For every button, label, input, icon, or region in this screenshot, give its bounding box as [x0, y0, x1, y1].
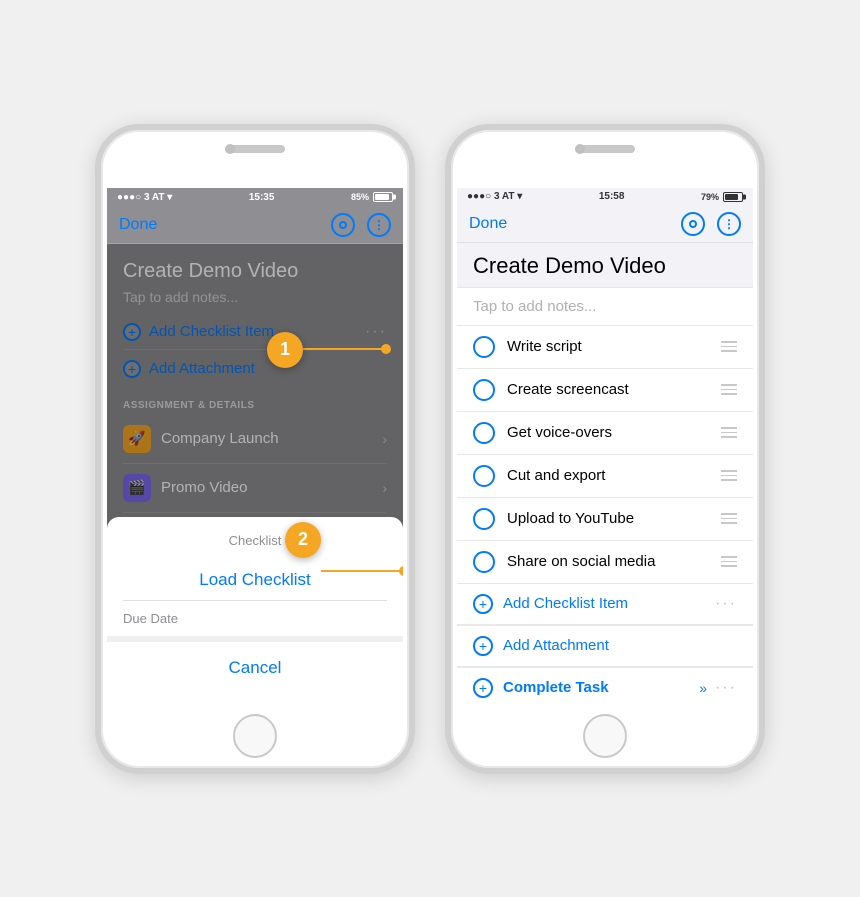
- status-time-2: 15:58: [599, 191, 625, 202]
- status-bar-1: ●●●○ 3 AT ▾ 15:35 85%: [107, 188, 403, 207]
- check-circle-2[interactable]: [473, 422, 495, 444]
- add-checklist-label-2: Add Checklist Item: [503, 595, 715, 612]
- status-battery-2: 79%: [701, 192, 743, 202]
- visibility-icon-2[interactable]: [681, 212, 705, 236]
- checklist-item-1[interactable]: Create screencast: [457, 369, 753, 412]
- reorder-icon-5: [721, 556, 737, 567]
- modal-sheet-1: Checklist Load Checklist Due Date Cancel: [107, 517, 403, 706]
- status-bar-2: ●●●○ 3 AT ▾ 15:58 79%: [457, 188, 753, 206]
- checklist-item-3[interactable]: Cut and export: [457, 455, 753, 498]
- visibility-icon-1[interactable]: [331, 213, 355, 237]
- screen-2: ●●●○ 3 AT ▾ 15:58 79% Done ⋮ Create D: [457, 188, 753, 706]
- status-carrier-2: ●●●○ 3 AT ▾: [467, 191, 522, 202]
- check-circle-4[interactable]: [473, 508, 495, 530]
- checklist-text-2: Get voice-overs: [507, 424, 713, 441]
- checklist-text-1: Create screencast: [507, 381, 713, 398]
- complete-task-label: Complete Task: [503, 679, 699, 696]
- check-circle-0[interactable]: [473, 336, 495, 358]
- reorder-icon-3: [721, 470, 737, 481]
- phone-1: ●●●○ 3 AT ▾ 15:35 85% Done ⋮: [95, 124, 415, 774]
- reorder-icon-2: [721, 427, 737, 438]
- nav-bar-2: Done ⋮: [457, 206, 753, 243]
- checklist-item-0[interactable]: Write script: [457, 326, 753, 369]
- reorder-icon-1: [721, 384, 737, 395]
- complete-task-row[interactable]: + Complete Task » ···: [457, 667, 753, 706]
- plus-complete-icon: +: [473, 678, 493, 698]
- check-circle-3[interactable]: [473, 465, 495, 487]
- add-attachment-row-2[interactable]: + Add Attachment: [457, 626, 753, 667]
- more-button-2[interactable]: ⋮: [717, 212, 741, 236]
- plus-attach-icon-2: +: [473, 636, 493, 656]
- phone-2: ●●●○ 3 AT ▾ 15:58 79% Done ⋮ Create D: [445, 124, 765, 774]
- checklist-item-2[interactable]: Get voice-overs: [457, 412, 753, 455]
- front-camera-2: [575, 144, 585, 154]
- reorder-icon-0: [721, 341, 737, 352]
- phone-top-2: [451, 130, 759, 190]
- front-camera-1: [225, 144, 235, 154]
- reorder-icon-4: [721, 513, 737, 524]
- checklist-text-4: Upload to YouTube: [507, 510, 713, 527]
- nav-icons-2: ⋮: [681, 212, 741, 236]
- annotation-2: 2: [285, 522, 321, 558]
- checklist-text-0: Write script: [507, 338, 713, 355]
- add-attachment-label-2: Add Attachment: [503, 637, 737, 654]
- task-title-2: Create Demo Video: [473, 253, 737, 279]
- checklist-item-5[interactable]: Share on social media: [457, 541, 753, 584]
- eye-pupil-1: [339, 221, 347, 229]
- done-button-2[interactable]: Done: [469, 215, 507, 233]
- status-battery-1: 85%: [351, 192, 393, 202]
- dots-icon-3: ···: [715, 679, 737, 697]
- checklist-text-5: Share on social media: [507, 553, 713, 570]
- home-button-1[interactable]: [233, 714, 277, 758]
- add-checklist-row-2[interactable]: + Add Checklist Item ···: [457, 584, 753, 625]
- modal-header-1: Checklist: [123, 533, 387, 548]
- load-checklist-button[interactable]: Load Checklist: [123, 560, 387, 601]
- checklist-item-4[interactable]: Upload to YouTube: [457, 498, 753, 541]
- nav-icons-1: ⋮: [331, 213, 391, 237]
- cancel-button-1[interactable]: Cancel: [123, 646, 387, 690]
- eye-pupil-2: [689, 220, 697, 228]
- status-carrier-1: ●●●○ 3 AT ▾: [117, 192, 172, 203]
- checklist-text-3: Cut and export: [507, 467, 713, 484]
- check-circle-5[interactable]: [473, 551, 495, 573]
- phone-top-1: [101, 130, 409, 190]
- chevron-double-icon: »: [699, 680, 707, 696]
- notes-field-2[interactable]: Tap to add notes...: [457, 288, 753, 326]
- nav-bar-1: Done ⋮: [107, 207, 403, 244]
- speaker-2: [575, 145, 635, 153]
- check-circle-1[interactable]: [473, 379, 495, 401]
- annotation-1: 1: [267, 332, 303, 368]
- done-button-1[interactable]: Done: [119, 216, 157, 234]
- plus-icon-2: +: [473, 594, 493, 614]
- home-button-2[interactable]: [583, 714, 627, 758]
- status-time-1: 15:35: [249, 192, 275, 203]
- more-button-1[interactable]: ⋮: [367, 213, 391, 237]
- due-date-row-1: Due Date: [123, 601, 387, 636]
- dots-icon-2: ···: [715, 595, 737, 613]
- speaker-1: [225, 145, 285, 153]
- screen-1: ●●●○ 3 AT ▾ 15:35 85% Done ⋮: [107, 188, 403, 706]
